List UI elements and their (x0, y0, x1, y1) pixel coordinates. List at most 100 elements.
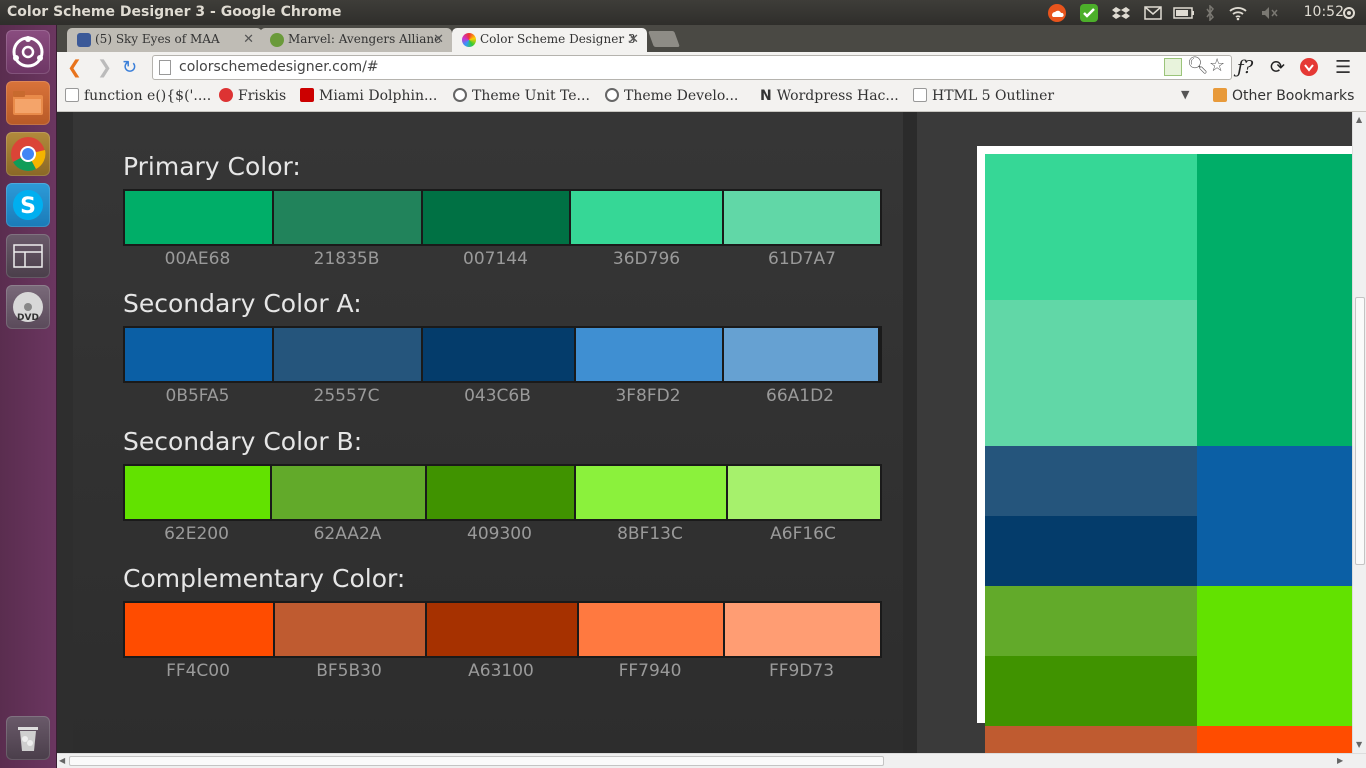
color-swatch[interactable] (427, 466, 574, 519)
scroll-down-icon[interactable]: ▼ (1356, 740, 1362, 749)
color-swatch[interactable] (571, 191, 723, 244)
color-code[interactable]: 007144 (421, 249, 570, 271)
color-swatch[interactable] (125, 466, 270, 519)
horizontal-scrollbar[interactable]: ◀ ▶ (57, 753, 1366, 768)
color-swatch[interactable] (427, 603, 577, 656)
tab-sky-eyes[interactable]: (5) Sky Eyes of MAA ✕ (67, 28, 262, 52)
color-swatch[interactable] (576, 328, 722, 381)
section-title: Complementary Color: (123, 564, 406, 593)
color-code[interactable]: 00AE68 (123, 249, 272, 271)
color-code[interactable]: A6F16C (726, 524, 880, 546)
scroll-right-icon[interactable]: ▶ (1337, 756, 1343, 765)
color-code[interactable]: 8BF13C (574, 524, 726, 546)
color-swatch[interactable] (125, 603, 273, 656)
menu-icon[interactable]: ☰ (1335, 57, 1351, 78)
color-code[interactable]: 0B5FA5 (123, 386, 272, 408)
bookmark-item[interactable]: Theme Unit Te... (453, 88, 590, 104)
vertical-scrollbar[interactable]: ▲ ▼ (1352, 112, 1366, 753)
bookmark-item[interactable]: HTML 5 Outliner (913, 88, 1054, 104)
vertical-scroll-thumb[interactable] (1355, 297, 1365, 565)
unity-launcher: S DVD (0, 25, 57, 768)
scroll-left-icon[interactable]: ◀ (59, 756, 65, 765)
color-swatch[interactable] (576, 466, 726, 519)
reload-icon[interactable]: ↻ (122, 57, 137, 78)
color-swatch[interactable] (579, 603, 723, 656)
bookmark-item[interactable]: Friskis (219, 88, 286, 104)
color-swatch[interactable] (422, 191, 570, 244)
chevron-down-icon[interactable]: ▼ (1181, 88, 1189, 101)
new-tab-button[interactable] (648, 31, 680, 47)
bookmark-item[interactable]: function e(){$('.... (65, 88, 211, 104)
page-icon (65, 88, 79, 102)
bluetooth-icon[interactable] (1203, 3, 1217, 22)
back-icon[interactable]: ❮ (67, 57, 82, 78)
power-gear-icon[interactable] (1340, 3, 1358, 22)
workspace-switcher-icon[interactable] (6, 234, 50, 278)
color-code[interactable]: FF7940 (577, 661, 723, 683)
horizontal-scroll-thumb[interactable] (69, 756, 884, 766)
color-swatch[interactable] (274, 328, 421, 381)
chrome-icon[interactable] (6, 132, 50, 176)
color-swatch[interactable] (125, 191, 272, 244)
color-code[interactable]: FF9D73 (723, 661, 880, 683)
volume-muted-icon[interactable] (1259, 3, 1281, 22)
color-code[interactable]: 62AA2A (270, 524, 425, 546)
address-bar[interactable]: colorschemedesigner.com/# 🔍︎ ☆ (152, 55, 1232, 80)
bookmark-item[interactable]: Miami Dolphin... (300, 88, 437, 104)
color-code[interactable]: FF4C00 (123, 661, 273, 683)
color-swatch[interactable] (725, 603, 880, 656)
update-check-icon[interactable] (1078, 3, 1100, 22)
cloud-sync-icon[interactable] (1046, 3, 1068, 22)
color-code[interactable]: 36D796 (570, 249, 723, 271)
color-code[interactable]: 409300 (425, 524, 574, 546)
formula-extension-icon[interactable]: ƒ? (1237, 57, 1253, 78)
skype-icon[interactable]: S (6, 183, 50, 227)
mail-icon[interactable] (1142, 3, 1164, 22)
color-code[interactable]: A63100 (425, 661, 577, 683)
preview-block (985, 656, 1197, 726)
wifi-icon[interactable] (1227, 3, 1249, 22)
tab-color-scheme-designer[interactable]: Color Scheme Designer 3 ✕ (452, 28, 647, 52)
color-code[interactable]: 21835B (272, 249, 421, 271)
url-text[interactable]: colorschemedesigner.com/# (179, 59, 379, 75)
color-swatch[interactable] (724, 191, 880, 244)
color-swatch[interactable] (272, 466, 425, 519)
color-code[interactable]: 25557C (272, 386, 421, 408)
color-code[interactable]: 66A1D2 (722, 386, 878, 408)
color-code[interactable]: 61D7A7 (723, 249, 881, 271)
zoom-icon[interactable]: 🔍︎ (1187, 56, 1209, 76)
color-swatch[interactable] (275, 603, 425, 656)
color-swatch[interactable] (724, 328, 878, 381)
scroll-up-icon[interactable]: ▲ (1356, 115, 1362, 124)
files-folder-icon[interactable] (6, 81, 50, 125)
bookmark-star-icon[interactable]: ☆ (1209, 55, 1225, 76)
color-code[interactable]: 043C6B (421, 386, 574, 408)
clock[interactable]: 10:52 (1304, 4, 1344, 20)
trash-icon[interactable] (6, 716, 50, 760)
color-swatch[interactable] (273, 191, 421, 244)
color-swatch[interactable] (423, 328, 574, 381)
close-tab-icon[interactable]: ✕ (243, 28, 254, 51)
battery-icon[interactable] (1172, 3, 1196, 22)
color-code[interactable]: 62E200 (123, 524, 270, 546)
dvd-icon[interactable]: DVD (6, 285, 50, 329)
forward-icon[interactable]: ❯ (97, 57, 112, 78)
dropbox-icon[interactable] (1110, 3, 1132, 22)
other-bookmarks[interactable]: Other Bookmarks (1213, 88, 1354, 104)
color-swatch[interactable] (125, 328, 272, 381)
color-code[interactable]: 3F8FD2 (574, 386, 722, 408)
download-extension-icon[interactable] (1299, 57, 1319, 82)
sync-extension-icon[interactable]: ⟳ (1270, 57, 1285, 78)
bookmark-item[interactable]: N Wordpress Hac... (760, 88, 899, 104)
wordpress-icon (605, 88, 619, 102)
rss-reader-icon[interactable] (1164, 58, 1182, 76)
color-code[interactable]: BF5B30 (273, 661, 425, 683)
page-margin (57, 112, 73, 753)
close-tab-icon[interactable]: ✕ (628, 28, 639, 51)
preview-block (985, 446, 1197, 516)
close-tab-icon[interactable]: ✕ (433, 28, 444, 51)
color-swatch[interactable] (728, 466, 880, 519)
dash-home-icon[interactable] (6, 30, 50, 74)
tab-marvel[interactable]: Marvel: Avengers Allianc ✕ (260, 28, 452, 52)
bookmark-item[interactable]: Theme Develo... (605, 88, 738, 104)
